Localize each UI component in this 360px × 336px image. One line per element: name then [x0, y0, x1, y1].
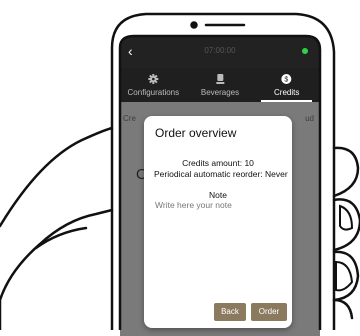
- credits-amount-text: Credits amount: 10: [182, 158, 254, 168]
- automatic-reorder-text: Periodical automatic reorder: Never: [154, 169, 288, 179]
- back-button[interactable]: Back: [214, 303, 246, 321]
- order-button[interactable]: Order: [251, 303, 287, 321]
- note-input[interactable]: [155, 200, 281, 290]
- order-overview-dialog: Order overview Credits amount: 10 Period…: [144, 116, 292, 328]
- dialog-title: Order overview: [155, 126, 237, 140]
- phone-scene: ‹ 07:00:00 Configurations Beverages $ Cr…: [0, 0, 360, 336]
- note-label: Note: [209, 190, 227, 200]
